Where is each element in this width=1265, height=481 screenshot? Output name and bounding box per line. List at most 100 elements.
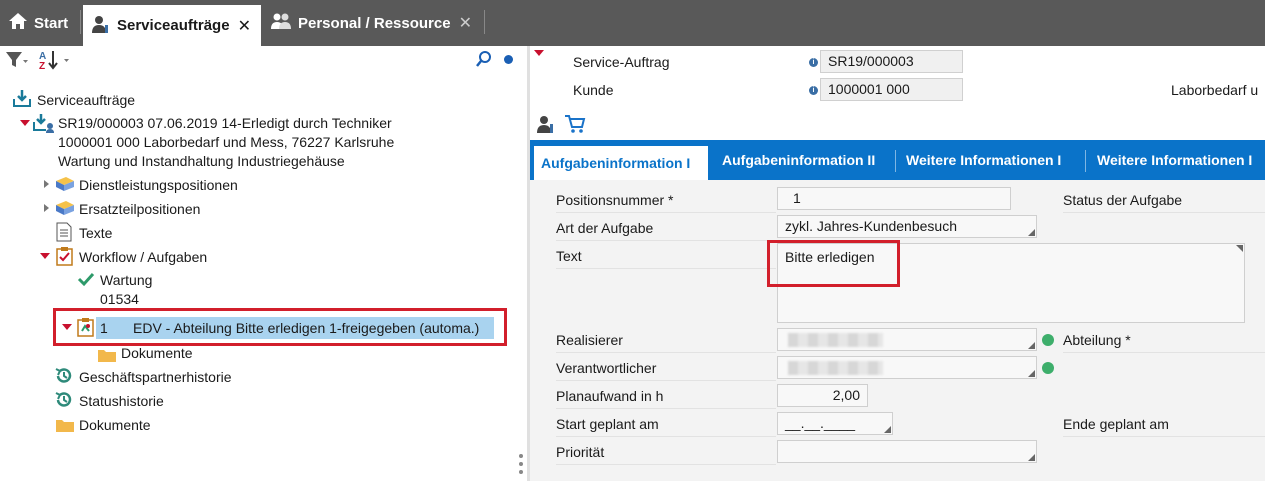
customer-field: 1000001 000 (820, 78, 963, 101)
check-icon (77, 271, 95, 289)
tree-toolbar: A Z (0, 46, 527, 74)
tab-label: Start (34, 14, 69, 32)
collapse-arrow-icon[interactable] (44, 204, 49, 212)
collapse-header-icon[interactable] (534, 50, 544, 56)
search-icon[interactable] (475, 50, 493, 71)
service-order-icon (33, 112, 54, 133)
responsible-select[interactable] (777, 356, 1037, 379)
status-ok-icon (1042, 334, 1054, 346)
text-highlight-frame (767, 240, 900, 287)
dropdown-corner-icon (884, 426, 891, 433)
top-tab-bar: Start Serviceaufträge ✕ Personal / Resso… (0, 0, 1265, 46)
implementer-label: Realisierer (556, 332, 623, 348)
planned-effort-label: Planaufwand in h (556, 388, 664, 404)
position-number-input[interactable]: 1 (777, 187, 1011, 210)
service-order-field: SR19/000003 (820, 50, 963, 73)
people-icon (270, 12, 292, 34)
tree-panel: A Z Serviceaufträge SR19/000003 07.06.20… (0, 46, 527, 481)
planned-effort-input[interactable]: 2,00 (777, 384, 868, 407)
download-tree-icon (12, 88, 31, 107)
task-type-value: zykl. Jahres-Kundenbesuch (785, 218, 957, 234)
dropdown-corner-icon (1028, 342, 1035, 349)
priority-label: Priorität (556, 444, 605, 460)
tab-personal-ressource[interactable]: Personal / Ressource ✕ (270, 4, 480, 42)
task-type-select[interactable]: zykl. Jahres-Kundenbesuch (777, 215, 1037, 238)
tree-item-status-history[interactable]: Statushistorie (79, 390, 164, 412)
tab-start[interactable]: Start (8, 4, 76, 42)
history-icon (54, 366, 72, 384)
tree-item-ersatzteil[interactable]: Ersatzteilpositionen (79, 198, 200, 220)
dropdown-corner-icon (1028, 229, 1035, 236)
task-description[interactable]: EDV - Abteilung Bitte erledigen 1-freige… (133, 317, 479, 339)
info-icon: i (809, 86, 818, 95)
tree-item-wartung-nr: 01534 (100, 291, 139, 307)
expand-arrow-icon[interactable] (62, 324, 72, 330)
start-planned-label: Start geplant am (556, 416, 659, 432)
home-icon (8, 12, 28, 34)
splitter-dot (519, 470, 523, 474)
workflow-checklist-icon (55, 246, 73, 266)
info-icon: i (809, 58, 818, 67)
close-icon[interactable]: ✕ (459, 13, 472, 33)
cart-icon[interactable] (564, 114, 586, 137)
tab-label: Serviceaufträge (117, 17, 230, 34)
tab-label: Personal / Ressource (298, 14, 451, 32)
redacted-value (788, 333, 883, 347)
redacted-value (788, 361, 883, 375)
detail-panel: Service-Auftrag i SR19/000003 Kunde i 10… (530, 46, 1265, 481)
expand-corner-icon (1236, 245, 1243, 252)
status-dot-icon (504, 55, 513, 64)
expand-arrow-icon[interactable] (40, 253, 50, 259)
collapse-arrow-icon[interactable] (44, 180, 49, 188)
dropdown-corner-icon (1028, 454, 1035, 461)
tab-aufgabeninformation-1[interactable]: Aufgabeninformation I (534, 146, 708, 180)
department-label: Abteilung * (1063, 332, 1131, 348)
folder-icon (97, 347, 116, 365)
user-service-icon[interactable] (536, 114, 556, 137)
tree-item-partner-history[interactable]: Geschäftspartnerhistorie (79, 366, 232, 388)
spare-parts-icon (54, 199, 74, 217)
tree-item-dienstleistung[interactable]: Dienstleistungspositionen (79, 174, 238, 196)
service-package-icon (54, 175, 74, 193)
task-status-label: Status der Aufgabe (1063, 192, 1183, 208)
end-planned-label: Ende geplant am (1063, 416, 1169, 432)
text-label: Text (556, 248, 582, 264)
tree-item-workflow[interactable]: Workflow / Aufgaben (79, 246, 207, 268)
priority-select[interactable] (777, 440, 1037, 463)
task-type-label: Art der Aufgabe (556, 220, 654, 236)
customer-label: Kunde (573, 82, 614, 98)
tree-item-texte[interactable]: Texte (79, 222, 112, 244)
status-ok-icon (1042, 362, 1054, 374)
filter-icon[interactable] (5, 50, 29, 73)
document-icon (56, 222, 74, 242)
start-date-input[interactable]: __.__.____ (777, 412, 893, 435)
tab-serviceauftraege[interactable]: Serviceaufträge ✕ (83, 5, 261, 46)
customer-name: Laborbedarf u (1171, 82, 1259, 98)
splitter-dot (519, 454, 523, 458)
tab-weitere-informationen-1[interactable]: Weitere Informationen I (906, 140, 1061, 180)
service-order-label: Service-Auftrag (573, 54, 670, 70)
tree-root[interactable]: Serviceaufträge (37, 89, 135, 111)
start-date-value: __.__.____ (785, 415, 856, 431)
task-form: Positionsnummer * 1 Status der Aufgabe A… (530, 180, 1265, 481)
tab-weitere-informationen-2[interactable]: Weitere Informationen I (1097, 140, 1252, 180)
close-icon[interactable]: ✕ (238, 16, 251, 36)
dropdown-corner-icon (1028, 370, 1035, 377)
position-number-label: Positionsnummer * (556, 192, 674, 208)
order-line-3: Wartung und Instandhaltung Industriegehä… (58, 153, 345, 169)
folder-icon (55, 417, 74, 435)
splitter-dot (519, 462, 523, 466)
svg-text:Z: Z (39, 61, 45, 71)
history-icon (54, 390, 72, 408)
tab-aufgabeninformation-2[interactable]: Aufgabeninformation II (722, 140, 875, 180)
task-clipboard-icon (76, 317, 94, 337)
implementer-select[interactable] (777, 328, 1037, 351)
detail-tab-bar: Aufgabeninformation I Aufgabeninformatio… (530, 140, 1265, 180)
service-user-icon (91, 14, 111, 38)
expand-arrow-icon[interactable] (20, 120, 30, 126)
tree-item-task-docs[interactable]: Dokumente (121, 342, 193, 364)
sort-az-icon[interactable]: A Z (38, 49, 72, 74)
tree-item-docs[interactable]: Dokumente (79, 414, 151, 436)
responsible-label: Verantwortlicher (556, 360, 657, 376)
task-number[interactable]: 1 (100, 317, 108, 339)
